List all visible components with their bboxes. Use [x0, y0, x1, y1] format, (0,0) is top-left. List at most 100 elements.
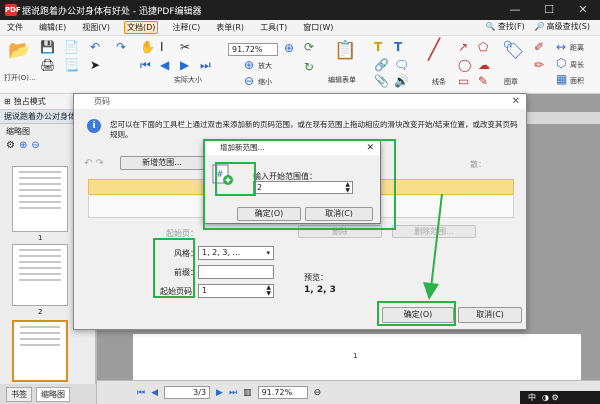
advanced-search-button[interactable]: 🔎 高级查找(S): [535, 21, 590, 32]
prev-page-icon[interactable]: ◀: [160, 58, 169, 72]
advanced-search-icon: 🔎: [534, 22, 545, 31]
page-number-box[interactable]: 3/3: [164, 386, 211, 399]
perimeter-icon[interactable]: ⬡: [556, 56, 566, 70]
snapshot-icon[interactable]: ✂: [180, 40, 190, 54]
undo-icon[interactable]: ↶: [90, 40, 100, 54]
thumbnails-tab[interactable]: 缩略图: [36, 386, 70, 402]
menu-tools[interactable]: 工具(T): [258, 22, 289, 33]
rect-shape-icon[interactable]: ▭: [458, 74, 469, 88]
page-thumbnail-1[interactable]: [12, 166, 68, 232]
text-tool-icon[interactable]: T: [374, 40, 382, 54]
area-label[interactable]: 面积: [570, 76, 584, 86]
prefix-input[interactable]: [198, 265, 274, 279]
page-thumbnail-3[interactable]: [12, 320, 68, 382]
window-title: 据说跑着办公对身体有好处 - 迅捷PDF编辑器: [22, 6, 202, 17]
stepper-arrows-icon[interactable]: ▲ ▼: [266, 285, 271, 297]
menu-bar: 文件 编辑(E) 视图(V) 文档(D) 注释(C) 表单(R) 工具(T) 窗…: [0, 20, 600, 36]
zoom-in-icon[interactable]: ⊕: [284, 41, 294, 55]
menu-form[interactable]: 表单(R): [214, 22, 246, 33]
last-page-status-icon[interactable]: ⏭: [229, 388, 237, 398]
next-page-icon[interactable]: ▶: [180, 58, 189, 72]
lines-label[interactable]: 线条: [432, 77, 446, 87]
perimeter-label[interactable]: 周长: [570, 60, 584, 70]
zoom-out-thumb-icon[interactable]: ⊖: [31, 140, 39, 151]
zoom-in-thumb-icon[interactable]: ⊕: [19, 140, 27, 151]
next-page-status-icon[interactable]: ▶: [216, 388, 223, 398]
typewriter-icon[interactable]: T: [394, 40, 402, 54]
pointer-icon[interactable]: ➤: [90, 58, 100, 72]
zoom-out-status-icon[interactable]: ⊖: [314, 388, 322, 398]
zoom-select[interactable]: 91.72%: [228, 43, 278, 56]
page-number-text: 1: [353, 352, 358, 360]
stamp-icon[interactable]: 🏷: [502, 42, 525, 60]
eraser-icon[interactable]: ✐: [534, 40, 544, 54]
prev-page-status-icon[interactable]: ◀: [151, 388, 158, 398]
first-page-icon[interactable]: ⏮: [140, 58, 151, 72]
print-icon[interactable]: 🖨: [40, 58, 55, 72]
preview-value: 1, 2, 3: [304, 285, 336, 295]
actual-size-label[interactable]: 实际大小: [174, 75, 202, 85]
zoom-in-label[interactable]: 放大: [258, 61, 272, 71]
highlight-icon[interactable]: ✏: [534, 58, 544, 72]
redo-icon[interactable]: ↷: [116, 40, 126, 54]
gear-icon[interactable]: ⚙: [6, 140, 15, 151]
style-select[interactable]: 1, 2, 3, ... ▾: [198, 246, 274, 260]
attach-icon[interactable]: 📎: [374, 74, 389, 88]
page-add-icon[interactable]: 📃: [64, 58, 79, 72]
page-thumbnail-2-number: 2: [38, 308, 43, 316]
open-label[interactable]: 打开(O)...: [4, 73, 36, 83]
stamp-label[interactable]: 图章: [504, 77, 518, 87]
text-select-icon[interactable]: Ⅰ: [160, 40, 164, 54]
sound-icon[interactable]: 🔊: [394, 74, 409, 88]
pencil-icon[interactable]: ✎: [478, 74, 488, 88]
menu-window[interactable]: 窗口(W): [301, 22, 335, 33]
cloud-shape-icon[interactable]: ☁: [478, 58, 490, 72]
last-page-icon[interactable]: ⏭: [200, 58, 211, 72]
zoom-out-small-icon[interactable]: ⊖: [244, 74, 254, 88]
polygon-icon[interactable]: ⬠: [478, 40, 488, 54]
status-zoom-select[interactable]: 91.72%: [257, 386, 308, 399]
area-icon[interactable]: ▦: [556, 72, 567, 86]
search-button[interactable]: 🔍 查找(F): [486, 21, 525, 32]
save-icon[interactable]: 💾: [40, 40, 55, 54]
edit-form-icon[interactable]: 📋: [334, 42, 356, 60]
rotate-icon[interactable]: ⟳: [304, 40, 314, 54]
refresh-icon[interactable]: ↻: [304, 60, 314, 74]
cancel-button[interactable]: 取消(C): [458, 307, 522, 323]
document-page[interactable]: 1: [133, 334, 581, 384]
bookmarks-tab[interactable]: 书签: [6, 386, 32, 402]
dialog-description: 您可以在下面的工具栏上通过双击来添加新的页码范围，或在现有范围上拖动相应的滑块改…: [110, 120, 518, 139]
arrow-shape-icon[interactable]: ↗: [458, 40, 468, 54]
title-bar: PDF 据说跑着办公对身体有好处 - 迅捷PDF编辑器 — ☐ ✕: [0, 0, 600, 20]
page-thumbnail-2[interactable]: [12, 244, 68, 306]
dialog-close-icon[interactable]: ✕: [512, 94, 520, 109]
chevron-down-icon: ▾: [266, 249, 270, 257]
tray-extra-icons[interactable]: ◑ ⚙: [542, 393, 559, 402]
minimize-button[interactable]: —: [498, 0, 532, 20]
ime-indicator[interactable]: 中: [528, 392, 536, 403]
zoom-in-small-icon[interactable]: ⊕: [244, 58, 254, 72]
first-page-status-icon[interactable]: ⏮: [137, 388, 145, 398]
menu-document[interactable]: 文档(D): [124, 21, 159, 34]
new-range-button[interactable]: 新增范围...: [120, 156, 204, 170]
page-icon[interactable]: 📄: [64, 40, 79, 54]
highlight-box-icon: [215, 162, 256, 196]
edit-form-label[interactable]: 编辑表单: [328, 75, 356, 85]
menu-comment[interactable]: 注释(C): [170, 22, 202, 33]
start-number-stepper[interactable]: 1 ▲ ▼: [198, 284, 274, 298]
line-tool-icon[interactable]: ╱: [428, 39, 440, 59]
circle-shape-icon[interactable]: ◯: [458, 58, 471, 72]
close-window-button[interactable]: ✕: [566, 0, 600, 20]
distance-icon[interactable]: ↔: [556, 40, 566, 54]
zoom-out-label[interactable]: 缩小: [258, 77, 272, 87]
open-folder-icon[interactable]: 📂: [8, 42, 30, 60]
link-icon[interactable]: 🔗: [374, 58, 389, 72]
menu-file[interactable]: 文件: [5, 22, 25, 33]
distance-label[interactable]: 距离: [570, 43, 584, 53]
note-icon[interactable]: 🗨: [394, 58, 409, 72]
maximize-button[interactable]: ☐: [532, 0, 566, 20]
menu-view[interactable]: 视图(V): [80, 22, 112, 33]
menu-edit[interactable]: 编辑(E): [37, 22, 68, 33]
view-mode-icon[interactable]: ▥: [243, 388, 252, 398]
hand-tool-icon[interactable]: ✋: [140, 40, 155, 54]
